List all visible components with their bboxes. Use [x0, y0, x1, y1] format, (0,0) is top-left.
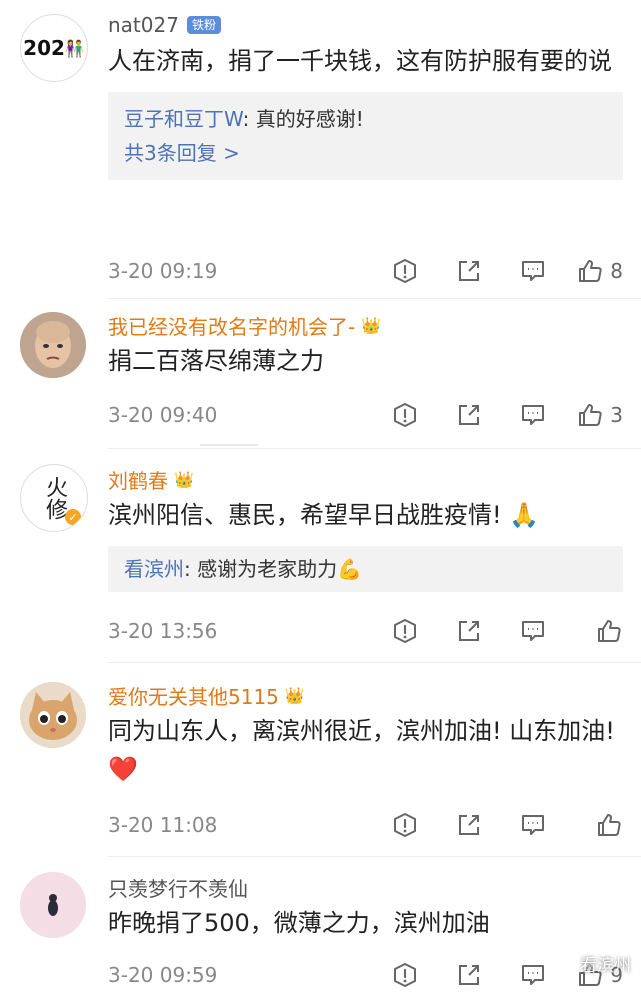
share-icon [459, 621, 479, 641]
report-icon [394, 403, 416, 427]
thumbs-up-icon [598, 620, 621, 642]
separator-mark [200, 444, 258, 446]
crown-icon: 👑 [284, 685, 305, 705]
divider [108, 298, 641, 299]
timestamp: 3-20 11:08 [108, 813, 218, 837]
reply-line: 豆子和豆丁W: 真的好感谢! [124, 107, 364, 131]
report-button[interactable] [373, 961, 437, 989]
like-button[interactable] [565, 811, 623, 839]
avatar[interactable] [20, 312, 86, 378]
timestamp: 3-20 13:56 [108, 619, 218, 643]
figure-icon [20, 872, 86, 938]
report-button[interactable] [373, 811, 437, 839]
thumbs-up-icon [598, 814, 621, 836]
reply-text: 感谢为老家助力💪 [197, 557, 363, 581]
username[interactable]: 只羡梦行不羡仙 [108, 873, 248, 902]
reply-line: 看滨州: 感谢为老家助力💪 [124, 557, 363, 581]
share-icon [459, 405, 479, 425]
cat-photo-icon [20, 682, 86, 748]
timestamp: 3-20 09:19 [108, 259, 218, 283]
username[interactable]: 爱你无关其他5115 [108, 681, 279, 710]
comment-text: 捐二百落尽绵薄之力 [108, 347, 324, 375]
more-replies-link[interactable]: 共3条回复 > [124, 136, 607, 170]
comment-button[interactable] [501, 811, 565, 839]
like-button[interactable] [565, 617, 623, 645]
share-button[interactable] [437, 961, 501, 989]
avatar[interactable]: 火修 ✓ [20, 464, 88, 532]
username[interactable]: 刘鹤春 [108, 465, 168, 494]
avatar[interactable] [20, 872, 86, 938]
reply-username[interactable]: 看滨州 [124, 557, 184, 581]
crown-icon: 👑 [174, 469, 194, 489]
reply-box[interactable]: 豆子和豆丁W: 真的好感谢! 共3条回复 > [108, 92, 623, 180]
comment-button[interactable] [501, 617, 565, 645]
like-count: 3 [610, 403, 623, 427]
thumbs-up-icon [579, 404, 602, 426]
wechat-icon [555, 954, 575, 972]
comment-icon [522, 815, 544, 835]
username[interactable]: nat027 [108, 13, 179, 37]
comment-text: 滨州阳信、惠民，希望早日战胜疫情! 🙏 [108, 501, 540, 529]
comment-icon [522, 261, 544, 281]
thumbs-up-icon [579, 260, 602, 282]
like-count: 8 [610, 259, 623, 283]
report-button[interactable] [373, 401, 437, 429]
share-button[interactable] [437, 811, 501, 839]
watermark-text: 看滨州 [580, 956, 631, 976]
comment-icon [522, 405, 544, 425]
comment-button[interactable] [501, 401, 565, 429]
report-icon [394, 259, 416, 283]
divider [108, 448, 641, 449]
share-button[interactable] [437, 617, 501, 645]
like-button[interactable]: 8 [565, 257, 623, 285]
fan-badge: 铁粉 [186, 16, 221, 34]
share-button[interactable] [437, 257, 501, 285]
person-icon: 👫 [64, 38, 85, 58]
share-button[interactable] [437, 401, 501, 429]
username[interactable]: 我已经没有改名字的机会了- [108, 311, 355, 340]
avatar[interactable] [20, 682, 86, 748]
share-icon [459, 261, 479, 281]
timestamp: 3-20 09:40 [108, 403, 218, 427]
avatar[interactable]: 202 👫 [20, 14, 88, 82]
timestamp: 3-20 09:59 [108, 963, 218, 987]
comment-button[interactable] [501, 257, 565, 285]
report-icon [394, 619, 416, 643]
comment-text: 同为山东人，离滨州很近，滨州加油! 山东加油! ❤️ [108, 717, 615, 783]
comment-text: 人在济南，捐了一千块钱，这有防护服有要的说 [108, 47, 612, 75]
share-icon [459, 815, 479, 835]
divider [108, 662, 641, 663]
crown-icon: 👑 [361, 315, 382, 335]
report-button[interactable] [373, 617, 437, 645]
watermark: 看滨州 [554, 951, 631, 976]
reply-text: 真的好感谢! [255, 107, 364, 131]
report-icon [394, 963, 416, 987]
comment-icon [522, 621, 544, 641]
report-icon [394, 813, 416, 837]
share-icon [459, 965, 479, 985]
face-photo-icon [20, 312, 86, 378]
comment-icon [522, 965, 544, 985]
comment-text: 昨晚捐了500，微薄之力，滨州加油 [108, 909, 490, 937]
verified-icon: ✓ [65, 509, 81, 525]
divider [108, 856, 641, 857]
reply-username[interactable]: 豆子和豆丁W [124, 107, 243, 131]
reply-box[interactable]: 看滨州: 感谢为老家助力💪 [108, 546, 623, 592]
report-button[interactable] [373, 257, 437, 285]
like-button[interactable]: 3 [565, 401, 623, 429]
